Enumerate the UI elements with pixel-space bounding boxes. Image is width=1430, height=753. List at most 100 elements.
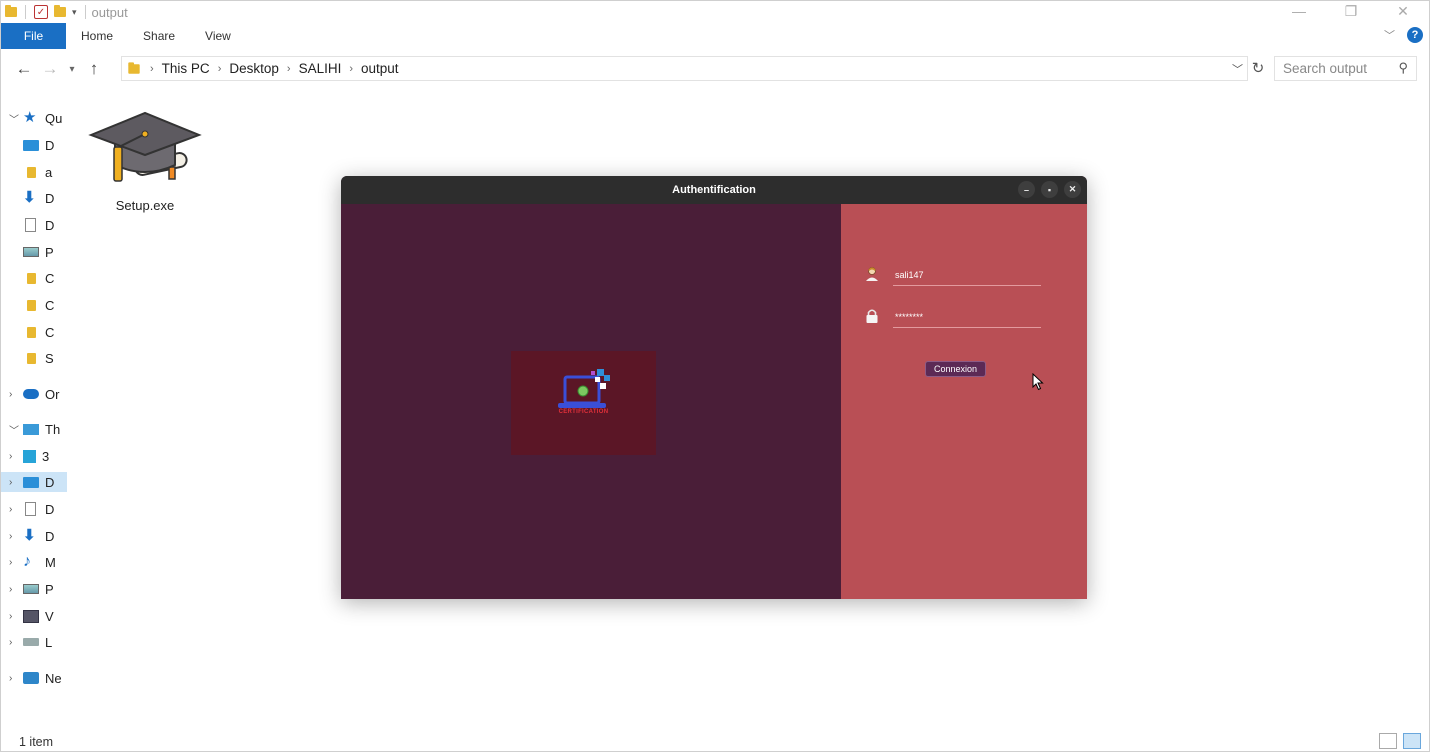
tab-share[interactable]: Share <box>128 29 190 43</box>
nav-local-disk[interactable]: › L <box>1 632 52 652</box>
nav-folder[interactable]: C <box>1 295 54 315</box>
videos-icon <box>23 609 39 623</box>
divider <box>25 5 26 19</box>
expand-ribbon-icon[interactable]: ﹀ <box>1384 27 1395 43</box>
chevron-right-icon[interactable]: › <box>9 451 23 462</box>
item-count: 1 item <box>19 735 54 749</box>
nav-this-pc[interactable]: ﹀ Th <box>1 419 60 439</box>
nav-downloads[interactable]: › ⬇ D <box>1 526 54 546</box>
chevron-right-icon[interactable]: › <box>9 531 23 542</box>
nav-network[interactable]: › Ne <box>1 668 62 688</box>
nav-pictures[interactable]: › P <box>1 579 54 599</box>
chevron-right-icon[interactable]: › <box>150 63 154 75</box>
chevron-right-icon[interactable]: › <box>9 557 23 568</box>
auth-window: Authentification – ▪ ✕ CERTIFICATION sal… <box>341 176 1087 599</box>
close-button[interactable]: ✕ <box>1377 1 1429 23</box>
local-disk-icon <box>23 638 39 646</box>
forward-arrow-icon[interactable]: → <box>37 59 63 79</box>
documents-icon <box>25 502 36 516</box>
star-icon: ★ <box>23 109 37 126</box>
customize-toolbar-icon[interactable]: ▾ <box>72 7 77 18</box>
chevron-right-icon[interactable]: › <box>9 673 23 684</box>
nav-pictures[interactable]: P <box>1 242 54 262</box>
chevron-right-icon[interactable]: › <box>9 477 23 488</box>
help-icon[interactable]: ? <box>1407 27 1423 43</box>
chevron-right-icon[interactable]: › <box>287 63 291 75</box>
password-row <box>865 306 1041 332</box>
pictures-icon <box>23 247 39 257</box>
address-row: ← → ▾ ↑ › This PC › Desktop › SALIHI › o… <box>1 55 1429 83</box>
tab-view[interactable]: View <box>190 29 246 43</box>
nav-documents[interactable]: › D <box>1 499 54 519</box>
tab-home[interactable]: Home <box>66 29 128 43</box>
properties-icon[interactable]: ✓ <box>34 5 48 19</box>
chevron-right-icon[interactable]: › <box>9 611 23 622</box>
mouse-cursor-icon <box>1032 373 1044 391</box>
chevron-right-icon[interactable]: › <box>9 389 23 400</box>
lock-icon <box>866 309 878 323</box>
pictures-icon <box>23 584 39 594</box>
minimize-button[interactable]: – <box>1018 181 1035 198</box>
nav-quick-access[interactable]: ﹀ ★ Qu <box>1 108 62 128</box>
breadcrumb-desktop[interactable]: Desktop <box>229 61 279 76</box>
tab-file[interactable]: File <box>1 23 66 49</box>
nav-3d-objects[interactable]: › 3 <box>1 446 49 466</box>
nav-videos[interactable]: › V <box>1 606 54 626</box>
breadcrumb-salihi[interactable]: SALIHI <box>299 61 342 76</box>
auth-right-panel: Connexion <box>841 204 1087 599</box>
network-icon <box>23 672 39 684</box>
nav-folder[interactable]: C <box>1 268 54 288</box>
folder-icon <box>27 352 36 364</box>
laptop-certificate-icon <box>558 369 610 408</box>
chevron-down-icon[interactable]: ﹀ <box>9 111 23 126</box>
nav-folder[interactable]: S <box>1 348 54 368</box>
search-input[interactable]: Search output ⚲ <box>1274 56 1417 81</box>
auth-window-controls: – ▪ ✕ <box>1018 181 1081 198</box>
nav-music[interactable]: › ♪ M <box>1 552 56 572</box>
username-field[interactable] <box>893 264 1041 286</box>
music-icon: ♪ <box>23 553 31 570</box>
nav-desktop[interactable]: D <box>1 135 54 155</box>
nav-documents[interactable]: D <box>1 215 54 235</box>
search-icon[interactable]: ⚲ <box>1398 60 1408 76</box>
navigation-pane: ﹀ ★ Qu D a ⬇ D D P C C C S › Or ﹀ Th › 3 › D › D… <box>1 101 67 721</box>
breadcrumb-output[interactable]: output <box>361 61 399 76</box>
maximize-button[interactable]: ▪ <box>1041 181 1058 198</box>
new-folder-icon[interactable] <box>54 5 66 17</box>
connexion-button[interactable]: Connexion <box>925 361 986 377</box>
refresh-icon[interactable]: ↻ <box>1248 56 1268 81</box>
chevron-right-icon[interactable]: › <box>9 584 23 595</box>
back-arrow-icon[interactable]: ← <box>11 59 37 79</box>
chevron-right-icon[interactable]: › <box>349 63 353 75</box>
nav-desktop-selected[interactable]: › D <box>1 472 67 492</box>
nav-folder[interactable]: C <box>1 322 54 342</box>
large-icons-view-icon[interactable] <box>1403 733 1421 749</box>
onedrive-icon <box>23 389 39 399</box>
chevron-down-icon[interactable]: ﹀ <box>1232 61 1243 77</box>
certification-logo: CERTIFICATION <box>511 351 656 455</box>
recent-locations-icon[interactable]: ▾ <box>63 64 81 75</box>
chevron-right-icon[interactable]: › <box>9 504 23 515</box>
breadcrumb-this-pc[interactable]: This PC <box>162 61 210 76</box>
graduation-cap-icon <box>88 111 202 182</box>
nav-downloads[interactable]: ⬇ D <box>1 188 54 208</box>
username-row <box>865 264 1041 290</box>
nav-onedrive[interactable]: › Or <box>1 384 59 404</box>
address-bar[interactable]: › This PC › Desktop › SALIHI › output ﹀ <box>121 56 1248 81</box>
desktop-icon <box>23 476 39 488</box>
restore-button[interactable]: ❐ <box>1325 1 1377 23</box>
chevron-right-icon[interactable]: › <box>9 637 23 648</box>
up-arrow-icon[interactable]: ↑ <box>81 59 107 79</box>
divider <box>84 5 86 19</box>
chevron-right-icon[interactable]: › <box>218 63 222 75</box>
user-icon <box>866 267 878 281</box>
chevron-down-icon[interactable]: ﹀ <box>9 422 23 437</box>
nav-folder[interactable]: a <box>1 162 52 182</box>
close-button[interactable]: ✕ <box>1064 181 1081 198</box>
file-setup-exe[interactable]: Setup.exe <box>87 109 203 213</box>
details-view-icon[interactable] <box>1379 733 1397 749</box>
ribbon: File Home Share View ﹀ ? <box>1 23 1429 49</box>
minimize-button[interactable]: — <box>1273 1 1325 23</box>
password-field[interactable] <box>893 306 1041 328</box>
downloads-icon: ⬇ <box>23 527 36 544</box>
